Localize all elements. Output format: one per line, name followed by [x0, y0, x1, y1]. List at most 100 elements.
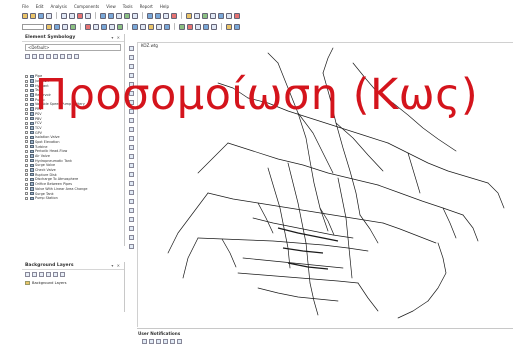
refresh-icon[interactable] — [124, 12, 130, 19]
zoom-extents-icon[interactable] — [116, 12, 122, 19]
menu-file[interactable]: File — [22, 4, 29, 9]
alternative-icon[interactable] — [210, 12, 216, 19]
pipe-tool-icon[interactable] — [85, 23, 91, 30]
validate-icon[interactable] — [140, 23, 146, 30]
open-folder-icon[interactable] — [30, 12, 36, 19]
refresh-icon[interactable] — [60, 54, 65, 59]
transient-icon[interactable] — [187, 23, 193, 30]
property-icon[interactable] — [54, 23, 60, 30]
drawing-tab[interactable]: KOZ.wtg — [141, 43, 158, 48]
refresh-icon[interactable] — [163, 339, 168, 344]
water-quality-icon[interactable] — [211, 23, 217, 30]
select-tool-icon[interactable] — [129, 46, 134, 51]
edit-icon[interactable] — [39, 272, 44, 277]
menu-edit[interactable]: Edit — [36, 4, 44, 9]
layer-icon[interactable] — [46, 23, 52, 30]
panel-controls[interactable]: ▾ ✕ — [111, 35, 121, 40]
orifice-layout-icon[interactable] — [129, 226, 134, 231]
expand-icon[interactable] — [25, 173, 28, 177]
gis-icon[interactable] — [226, 23, 232, 30]
layout-icon[interactable] — [226, 12, 232, 19]
options-icon[interactable] — [194, 12, 200, 19]
junction-tool-icon[interactable] — [93, 23, 99, 30]
gpv-layout-icon[interactable] — [129, 154, 134, 159]
expand-icon[interactable] — [25, 159, 28, 163]
select-icon[interactable] — [132, 12, 138, 19]
export-icon[interactable] — [234, 23, 240, 30]
new-file-icon[interactable] — [22, 12, 28, 19]
zoom-out-icon[interactable] — [108, 12, 114, 19]
symbology-combo[interactable]: <Default> — [25, 44, 121, 51]
tank-tool-icon[interactable] — [101, 23, 107, 30]
psv-layout-icon[interactable] — [129, 127, 134, 132]
menu-tools[interactable]: Tools — [123, 4, 133, 9]
air-valve-layout-icon[interactable] — [129, 190, 134, 195]
move-down-icon[interactable] — [53, 54, 58, 59]
fcv-layout-icon[interactable] — [129, 136, 134, 141]
expand-icon[interactable] — [25, 182, 28, 186]
move-down-icon[interactable] — [53, 272, 58, 277]
filter-icon[interactable] — [67, 54, 72, 59]
scenario-icon[interactable] — [202, 12, 208, 19]
text-tool-icon[interactable] — [129, 235, 134, 240]
details-icon[interactable] — [142, 339, 147, 344]
help-icon[interactable] — [60, 272, 65, 277]
expand-icon[interactable] — [25, 177, 28, 181]
delete-icon[interactable] — [32, 54, 37, 59]
calculator-icon[interactable] — [186, 12, 192, 19]
tree-item[interactable]: Pump Station — [25, 196, 123, 201]
calibration-icon[interactable] — [164, 23, 170, 30]
move-up-icon[interactable] — [46, 54, 51, 59]
valve-tool-icon[interactable] — [117, 23, 123, 30]
check-valve-layout-icon[interactable] — [129, 208, 134, 213]
expand-icon[interactable] — [25, 163, 28, 167]
background-layers-item[interactable]: Background Layers — [25, 281, 121, 285]
scenario-combo[interactable] — [22, 23, 44, 30]
surge-tank-layout-icon[interactable] — [129, 199, 134, 204]
panel-controls[interactable]: ▾ ✕ — [111, 263, 121, 268]
menu-analysis[interactable]: Analysis — [50, 4, 66, 9]
query-icon[interactable] — [62, 23, 68, 30]
save-icon[interactable] — [38, 12, 44, 19]
print-icon[interactable] — [46, 12, 52, 19]
zoom-in-icon[interactable] — [100, 12, 106, 19]
rupture-disk-layout-icon[interactable] — [129, 217, 134, 222]
expand-icon[interactable] — [25, 168, 28, 172]
isolation-valve-layout-icon[interactable] — [129, 163, 134, 168]
results-icon[interactable] — [218, 12, 224, 19]
expand-icon[interactable] — [25, 154, 28, 158]
help-icon[interactable] — [177, 339, 182, 344]
report-icon[interactable] — [163, 12, 169, 19]
expand-icon[interactable] — [25, 145, 28, 149]
pipe-layout-icon[interactable] — [129, 55, 134, 60]
menu-report[interactable]: Report — [140, 4, 153, 9]
add-icon[interactable] — [25, 272, 30, 277]
pan-icon[interactable] — [85, 12, 91, 19]
table-icon[interactable] — [147, 12, 153, 19]
add-icon[interactable] — [25, 54, 30, 59]
filter-icon[interactable] — [149, 339, 154, 344]
edit-icon[interactable] — [39, 54, 44, 59]
expand-icon[interactable] — [25, 149, 28, 153]
expand-icon[interactable] — [25, 187, 28, 191]
spot-elevation-layout-icon[interactable] — [129, 172, 134, 177]
flextable-icon[interactable] — [70, 23, 76, 30]
energy-icon[interactable] — [148, 23, 154, 30]
border-tool-icon[interactable] — [129, 244, 134, 249]
expand-icon[interactable] — [25, 192, 28, 196]
menu-view[interactable]: View — [106, 4, 116, 9]
delete-icon[interactable] — [32, 272, 37, 277]
expand-icon[interactable] — [25, 196, 28, 200]
compute-icon[interactable] — [132, 23, 138, 30]
criticality-icon[interactable] — [195, 23, 201, 30]
help-icon[interactable] — [234, 12, 240, 19]
zoom-to-icon[interactable] — [156, 339, 161, 344]
tcv-layout-icon[interactable] — [129, 145, 134, 150]
expand-icon[interactable] — [25, 121, 28, 125]
undo-icon[interactable] — [61, 12, 67, 19]
help-icon[interactable] — [74, 54, 79, 59]
alert-icon[interactable] — [171, 12, 177, 19]
copy-icon[interactable] — [170, 339, 175, 344]
graph-icon[interactable] — [155, 12, 161, 19]
turbine-layout-icon[interactable] — [129, 181, 134, 186]
